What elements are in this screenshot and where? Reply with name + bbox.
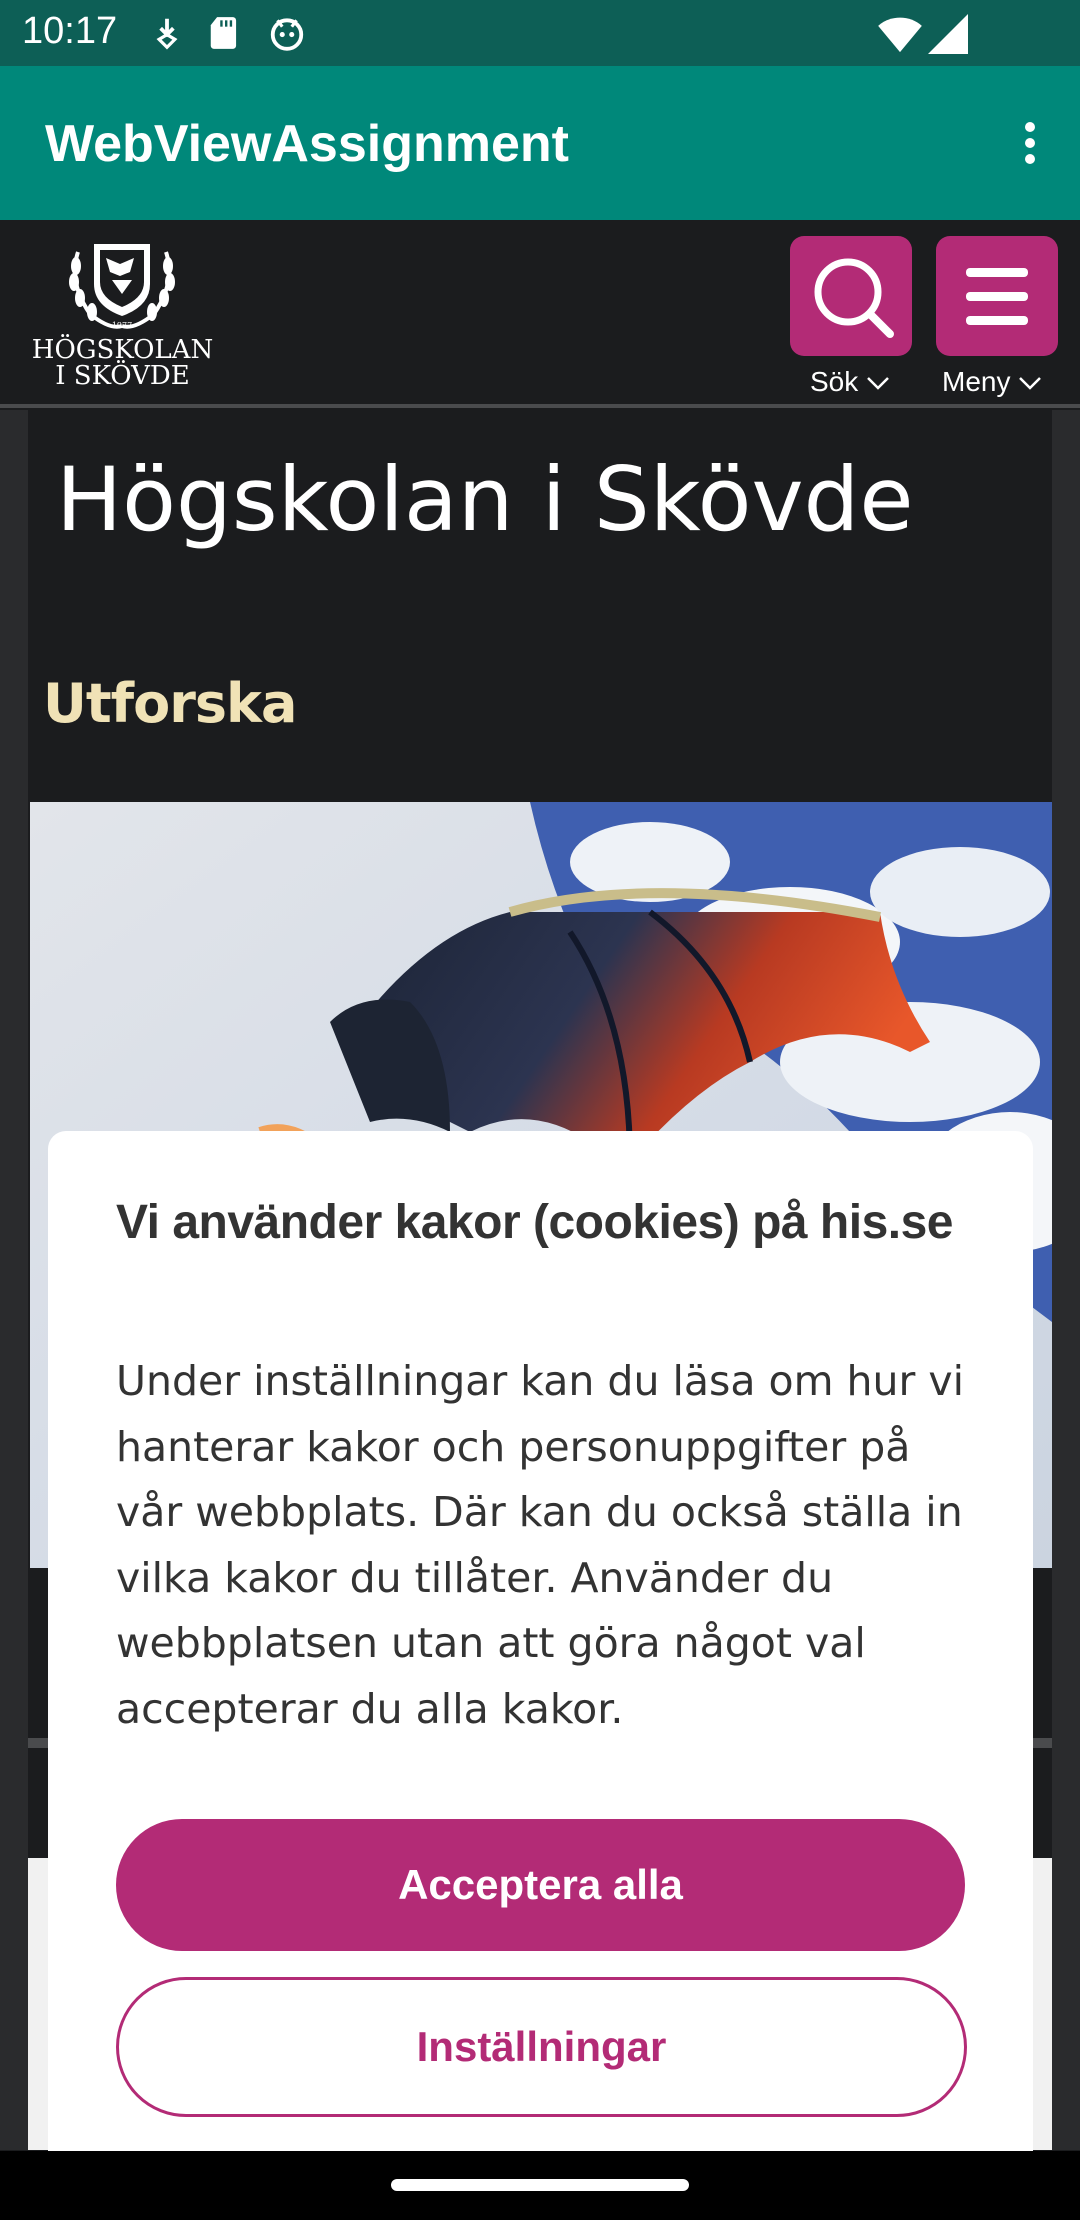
cookie-dialog: Vi använder kakor (cookies) på his.se Un… — [48, 1131, 1033, 2151]
chevron-down-icon — [1019, 377, 1042, 390]
menu-label[interactable]: Meny — [942, 366, 1042, 398]
sd-card-icon — [210, 17, 237, 49]
app-title: WebViewAssignment — [45, 115, 569, 173]
status-bar: 10:17 — [0, 0, 1080, 66]
app-bar: WebViewAssignment — [0, 66, 1080, 220]
accept-all-button[interactable]: Acceptera alla — [116, 1819, 965, 1951]
download-icon — [156, 18, 178, 50]
settings-button[interactable]: Inställningar — [116, 1977, 967, 2117]
home-gesture-handle[interactable] — [391, 2179, 689, 2191]
cookie-dialog-body: Under inställningar kan du läsa om hur v… — [116, 1357, 965, 1733]
university-logo[interactable]: 1977 HÖGSKOLAN I SKÖVDE — [30, 220, 215, 390]
cookie-dialog-title: Vi använder kakor (cookies) på his.se — [116, 1196, 954, 1249]
menu-button[interactable] — [936, 236, 1058, 356]
logo-text-line1: HÖGSKOLAN — [31, 335, 214, 365]
page-title: Högskolan i Skövde — [56, 448, 914, 551]
svg-text:1977: 1977 — [112, 321, 132, 330]
section-title: Utforska — [43, 672, 297, 735]
hamburger-icon — [966, 268, 1028, 325]
search-label[interactable]: Sök — [810, 366, 890, 398]
wifi-icon — [878, 17, 922, 53]
logo-text-line2: I SKÖVDE — [55, 361, 190, 391]
chevron-down-icon — [867, 377, 889, 390]
crest-icon: 1977 — [69, 244, 175, 330]
page-edge-right — [1052, 410, 1080, 2150]
signal-icon — [928, 14, 968, 54]
search-button[interactable] — [790, 236, 912, 356]
page-edge-left — [0, 410, 28, 2150]
search-icon — [814, 258, 894, 338]
site-header: 1977 HÖGSKOLAN I SKÖVDE Sök Meny — [0, 220, 1080, 408]
android-icon — [270, 18, 304, 51]
nav-bar — [0, 2151, 1080, 2220]
more-vert-icon[interactable] — [1010, 116, 1050, 172]
status-time: 10:17 — [22, 10, 118, 52]
